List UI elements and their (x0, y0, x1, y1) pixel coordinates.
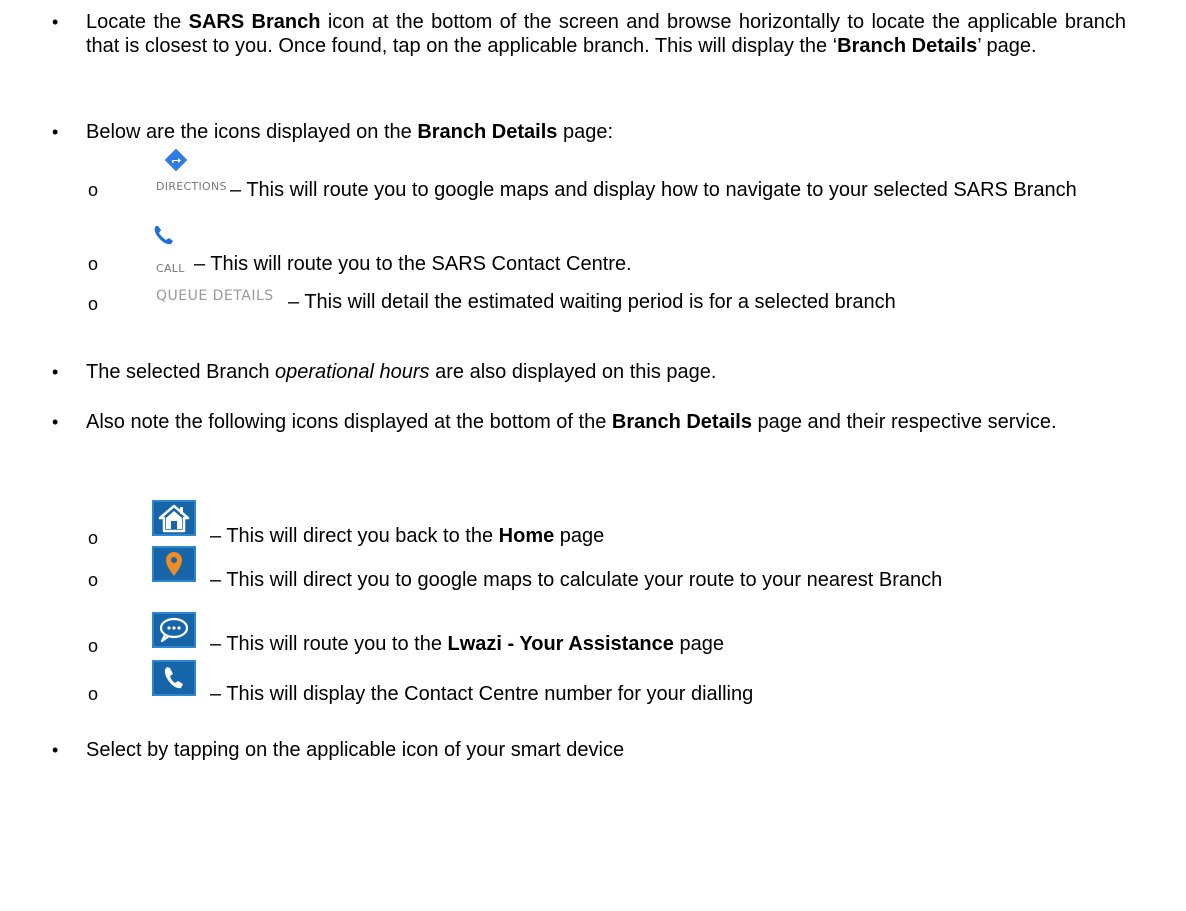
bold-text: Branch Details (611, 411, 752, 433)
phone-icon (154, 226, 173, 245)
paragraph-operational-hours: The selected Branch operational hours ar… (86, 360, 1126, 384)
italic-text: operational hours (275, 361, 430, 383)
text: ’ page. (977, 35, 1037, 57)
sub-marker: o (88, 528, 99, 548)
text: page: (557, 121, 613, 143)
text: Below are the icons displayed on the (86, 121, 418, 143)
text: Locate the (86, 11, 189, 33)
chat-icon (152, 612, 196, 648)
map-pin-description: – This will direct you to google maps to… (210, 569, 943, 591)
directions-icon (164, 148, 188, 172)
chat-description: – This will route you to the Lwazi - You… (210, 632, 1110, 656)
text: Also note the following icons displayed … (86, 411, 612, 433)
bullet-marker: • (52, 362, 59, 382)
sub-marker: o (88, 684, 99, 704)
paragraph-icons-intro: Below are the icons displayed on the Bra… (86, 120, 1126, 144)
home-icon (152, 500, 196, 536)
bullet-marker: • (52, 122, 59, 142)
paragraph-locate-branch: Locate the SARS Branch icon at the botto… (86, 10, 1126, 58)
call-label: CALL (156, 254, 185, 281)
sub-marker: o (88, 254, 99, 274)
bold-text: Lwazi - Your Assistance (447, 633, 674, 655)
sub-marker: o (88, 294, 99, 314)
text: are also displayed on this page. (429, 361, 717, 383)
text: – This will route you to the (210, 633, 448, 655)
text: – This will direct you back to the (210, 525, 499, 547)
bold-text: SARS Branch (188, 11, 321, 33)
paragraph-bottom-icons-intro: Also note the following icons displayed … (86, 410, 1126, 434)
bullet-marker: • (52, 412, 59, 432)
queue-details-label: QUEUE DETAILS (156, 282, 274, 308)
bold-text: Branch Details (837, 35, 978, 57)
contact-phone-icon (152, 660, 196, 696)
text: page (673, 633, 724, 655)
bold-text: Branch Details (417, 121, 558, 143)
sub-marker: o (88, 180, 99, 200)
home-description: – This will direct you back to the Home … (210, 524, 1110, 548)
call-label-text: CALL (156, 262, 185, 275)
sub-marker: o (88, 636, 99, 656)
bullet-marker: • (52, 740, 59, 760)
call-description: – This will route you to the SARS Contac… (194, 253, 632, 275)
text: The selected Branch (86, 361, 275, 383)
bold-text: Home (498, 525, 555, 547)
queue-description: – This will detail the estimated waiting… (288, 291, 896, 313)
directions-description: – This will route you to google maps and… (230, 179, 1077, 201)
text: page and their respective service. (751, 411, 1057, 433)
paragraph-select-icon: Select by tapping on the applicable icon… (86, 739, 625, 761)
text: page (554, 525, 605, 547)
sub-marker: o (88, 570, 99, 590)
contact-phone-description: – This will display the Contact Centre n… (210, 683, 754, 705)
bullet-marker: • (52, 12, 59, 32)
queue-details-label-text: QUEUE DETAILS (156, 288, 274, 304)
